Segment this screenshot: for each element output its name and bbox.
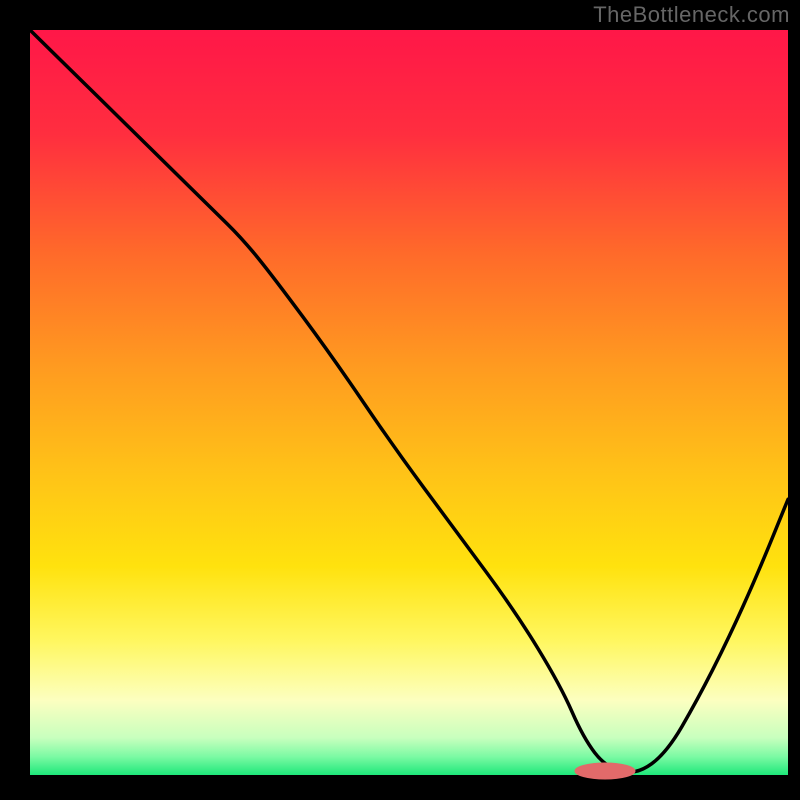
watermark-text: TheBottleneck.com: [593, 2, 790, 28]
bottleneck-plot: [0, 0, 800, 800]
optimum-marker: [575, 763, 635, 779]
